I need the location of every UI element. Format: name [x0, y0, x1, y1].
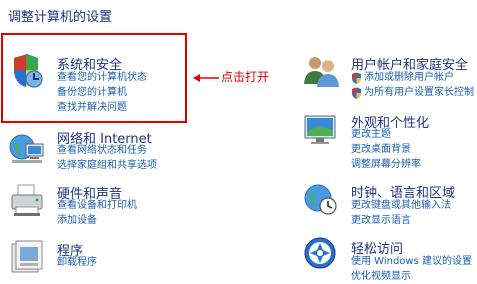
link-change-theme[interactable]: 更改主题	[351, 128, 391, 142]
clock-globe-icon[interactable]	[302, 180, 340, 218]
link-homegroup-sharing[interactable]: 选择家庭组和共享选项	[57, 159, 157, 173]
annotation-arrow	[193, 74, 219, 82]
link-network-status[interactable]: 查看网络状态和任务	[57, 144, 147, 158]
annotation-label: 点击打开	[221, 70, 270, 84]
link-change-display-language[interactable]: 更改显示语言	[351, 214, 411, 228]
link-optimize-display[interactable]: 优化视频显示	[351, 270, 411, 284]
link-adjust-resolution[interactable]: 调整屏幕分辨率	[351, 158, 421, 172]
appearance-icon[interactable]	[302, 110, 340, 148]
link-change-keyboard[interactable]: 更改键盘或其他输入法	[351, 199, 451, 213]
link-parental-controls[interactable]: 为所有用户设置家长控制	[351, 86, 474, 100]
link-change-desktop-background[interactable]: 更改桌面背景	[351, 143, 411, 157]
link-devices-printers[interactable]: 查看设备和打印机	[57, 199, 137, 213]
uac-shield-icon	[352, 72, 361, 84]
link-parental-controls-text: 为所有用户设置家长控制	[364, 87, 474, 98]
link-windows-recommended-settings[interactable]: 使用 Windows 建议的设置	[351, 255, 472, 269]
highlight-box	[1, 33, 187, 123]
uac-shield-icon	[352, 87, 361, 99]
programs-icon[interactable]	[8, 238, 46, 276]
link-add-device[interactable]: 添加设备	[57, 214, 97, 228]
printer-icon[interactable]	[8, 183, 46, 221]
page-title: 调整计算机的设置	[8, 10, 113, 25]
ease-of-access-icon[interactable]	[302, 235, 340, 273]
link-uninstall-program[interactable]: 卸载程序	[57, 256, 97, 270]
link-add-remove-users[interactable]: 添加或删除用户帐户	[351, 71, 454, 85]
network-globe-icon[interactable]	[8, 128, 46, 166]
link-add-remove-users-text: 添加或删除用户帐户	[364, 72, 454, 83]
users-icon[interactable]	[302, 52, 340, 90]
